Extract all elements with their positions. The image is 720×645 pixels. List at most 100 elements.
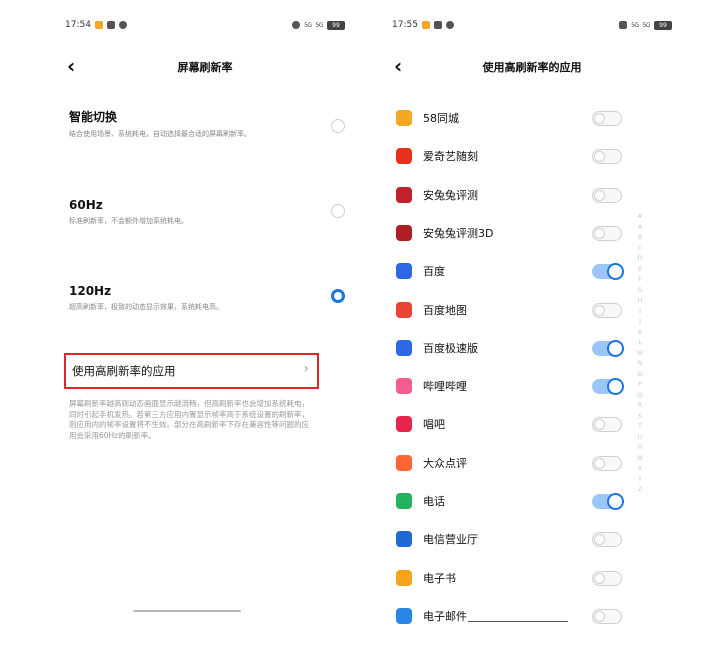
toggle-knob — [607, 493, 624, 510]
option-smart-switch[interactable]: 智能切换 结合使用场景、系统耗电，自动选择最合适的屏幕刷新率。 — [69, 108, 345, 139]
index-letter[interactable]: C — [638, 244, 642, 255]
index-letter[interactable]: P — [638, 380, 642, 391]
toggle-switch[interactable] — [592, 187, 622, 203]
battery-icon: 99 — [327, 20, 345, 30]
app-row[interactable]: 安兔兔评测 — [396, 183, 626, 207]
index-letter[interactable]: J — [639, 317, 641, 328]
index-letter[interactable]: N — [638, 359, 643, 370]
index-letter[interactable]: # — [637, 212, 642, 223]
index-letter[interactable]: W — [637, 454, 643, 465]
toggle-switch[interactable] — [592, 532, 622, 548]
option-title: 智能切换 — [69, 110, 118, 124]
index-letter[interactable]: B — [638, 233, 642, 244]
toggle-switch[interactable] — [592, 417, 622, 433]
index-letter[interactable]: K — [638, 328, 642, 339]
index-letter[interactable]: D — [638, 254, 643, 265]
toggle-switch[interactable] — [592, 302, 622, 318]
home-indicator[interactable] — [468, 621, 568, 622]
alphabet-index[interactable]: # A B C D E F G H I J K L M N O P Q R S T U V W X Y Z — [636, 212, 644, 496]
index-letter[interactable]: R — [638, 401, 642, 412]
app-row[interactable]: 爱奇艺随刻 — [396, 144, 626, 168]
index-letter[interactable]: G — [638, 286, 643, 297]
email-icon — [396, 607, 412, 624]
radio-button[interactable] — [331, 204, 345, 218]
toggle-switch[interactable] — [592, 608, 622, 624]
index-letter[interactable]: X — [638, 464, 642, 475]
baidu-icon — [396, 263, 412, 280]
index-letter[interactable]: L — [638, 338, 641, 349]
app-row[interactable]: 大众点评 — [396, 451, 626, 475]
index-letter[interactable]: F — [638, 275, 641, 286]
app-name: 电话 — [423, 495, 445, 508]
app-name: 安兔兔评测3D — [423, 226, 494, 240]
toggle-switch[interactable] — [592, 339, 624, 357]
high-refresh-apps-link[interactable]: 使用高刷新率的应用 › — [64, 353, 319, 389]
iqiyi-suike-icon — [396, 148, 412, 165]
toggle-switch[interactable] — [592, 378, 624, 396]
signal-icon: 5G — [304, 21, 312, 29]
home-indicator[interactable] — [133, 610, 241, 612]
index-letter[interactable]: O — [638, 370, 643, 381]
alarm-icon — [292, 21, 301, 29]
toggle-switch[interactable] — [592, 225, 622, 241]
toggle-knob — [594, 189, 605, 201]
index-letter[interactable]: Q — [638, 391, 643, 402]
notification-icon — [118, 21, 127, 29]
ebook-icon — [396, 569, 412, 586]
app-row[interactable]: 唱吧 — [396, 412, 626, 436]
app-row[interactable]: 58同城 — [396, 106, 626, 130]
app-row[interactable]: 百度极速版 — [396, 336, 626, 360]
index-letter[interactable]: H — [638, 296, 643, 307]
toggle-switch[interactable] — [592, 149, 622, 165]
phone-icon — [396, 493, 412, 509]
app-row[interactable]: 电话 — [396, 489, 626, 513]
option-60hz[interactable]: 60Hz 标准刷新率，不会额外增加系统耗电。 — [69, 198, 345, 226]
header: ‹ 屏幕刷新率 — [55, 56, 355, 78]
app-row[interactable]: 电信营业厅 — [396, 527, 626, 551]
app-row[interactable]: 电子书 — [396, 566, 626, 590]
changba-icon — [396, 416, 412, 433]
index-letter[interactable]: M — [637, 349, 642, 360]
index-letter[interactable]: Z — [638, 485, 642, 496]
toggle-switch[interactable] — [592, 455, 622, 471]
index-letter[interactable]: Y — [638, 475, 642, 486]
toggle-switch[interactable] — [592, 111, 622, 126]
notification-icon — [433, 21, 442, 29]
option-description: 标准刷新率，不会额外增加系统耗电。 — [69, 217, 188, 225]
toggle-knob — [594, 151, 605, 163]
index-letter[interactable]: E — [638, 265, 642, 276]
app-row[interactable]: 电子邮件 — [396, 604, 626, 628]
index-letter[interactable]: U — [638, 433, 642, 444]
toggle-knob — [607, 339, 624, 357]
app-name: 电信营业厅 — [423, 533, 478, 547]
high-refresh-apps-screen: 17:55 5G 5G 99 ‹ 使用高刷新率的应用 58同城 爱奇艺随刻 安兔兔评… — [382, 0, 682, 645]
radio-button[interactable] — [331, 119, 345, 133]
toggle-knob — [594, 572, 605, 584]
battery-icon: 99 — [654, 20, 672, 30]
radio-button-selected[interactable] — [331, 289, 345, 303]
index-letter[interactable]: T — [638, 422, 642, 433]
app-name: 大众点评 — [423, 456, 467, 470]
index-letter[interactable]: I — [639, 307, 641, 318]
signal-icon: 5G — [315, 21, 324, 29]
app-row[interactable]: 哔哩哔哩 — [396, 374, 626, 398]
toggle-switch[interactable] — [592, 570, 622, 586]
app-row[interactable]: 百度地图 — [396, 298, 626, 322]
toggle-knob — [594, 534, 605, 546]
app-name: 安兔兔评测 — [423, 188, 478, 202]
index-letter[interactable]: S — [638, 412, 642, 423]
index-letter[interactable]: A — [638, 223, 642, 234]
telecom-icon — [396, 531, 412, 548]
notification-icon — [445, 21, 454, 29]
option-description: 结合使用场景、系统耗电，自动选择最合适的屏幕刷新率。 — [69, 130, 251, 138]
toggle-knob — [607, 263, 624, 281]
app-row[interactable]: 百度 — [396, 259, 626, 283]
toggle-switch[interactable] — [592, 263, 624, 281]
index-letter[interactable]: V — [638, 443, 642, 454]
option-120hz[interactable]: 120Hz 超高刷新率，极致的动态显示效果，系统耗电高。 — [69, 284, 345, 312]
app-row[interactable]: 安兔兔评测3D — [396, 221, 626, 245]
notification-icon — [106, 21, 115, 29]
info-note: 屏幕刷新率越高则动态画面显示越流畅，但高刷新率也会增加系统耗电，同时引起手机发热… — [69, 399, 309, 440]
chevron-right-icon: › — [303, 361, 309, 377]
toggle-switch[interactable] — [592, 493, 624, 510]
